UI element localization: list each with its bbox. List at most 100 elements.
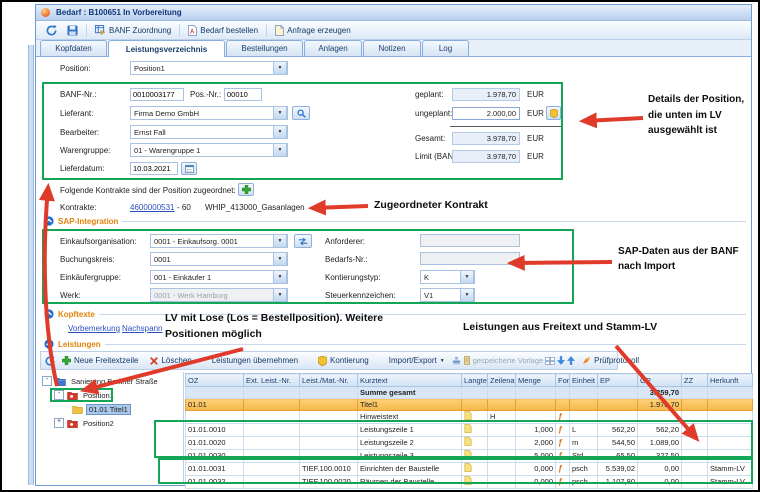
table-row-leistungszeile3[interactable]: 01.01.0030 Leistungszeile 3 5,000 ƒ Std … — [186, 450, 753, 463]
einkaufsorganisation-select[interactable]: 0001 - Einkaufsorg. 0001 ▼ — [150, 234, 288, 248]
bedarf-bestellen-button[interactable]: A Bedarf bestellen — [183, 23, 263, 38]
formel-icon[interactable]: ƒ — [558, 425, 562, 434]
banf-nr-input[interactable] — [130, 88, 184, 101]
calendar-button[interactable] — [181, 162, 197, 175]
chevron-down-icon[interactable]: ▼ — [460, 288, 474, 302]
langtext-note-icon[interactable] — [464, 476, 472, 485]
langtext-note-icon[interactable] — [464, 424, 472, 433]
bearbeiter-select[interactable]: Ernst Fall ▼ — [130, 125, 288, 139]
banf-zuordnung-button[interactable]: BANF Zuordnung — [90, 23, 176, 37]
langtext-note-icon[interactable] — [464, 463, 472, 472]
tree-collapse-icon[interactable]: - — [54, 390, 64, 400]
col-herkunft[interactable]: Herkunft — [708, 374, 753, 387]
col-ext-leist-nr[interactable]: Ext. Leist.-Nr. — [244, 374, 300, 387]
refresh-icon[interactable] — [45, 356, 55, 366]
attachment-icon[interactable] — [463, 356, 471, 365]
save-button[interactable] — [62, 23, 83, 38]
neue-freitextzeile-button[interactable]: Neue Freitextzeile — [57, 354, 143, 367]
tab-notizen[interactable]: Notizen — [363, 40, 421, 56]
chevron-down-icon[interactable]: ▼ — [273, 270, 287, 284]
formel-icon[interactable]: ƒ — [558, 477, 562, 486]
col-formel[interactable]: Formel — [556, 374, 570, 387]
table-row-leistungszeile2[interactable]: 01.01.0020 Leistungszeile 2 2,000 ƒ m 54… — [186, 437, 753, 450]
formel-icon[interactable]: ƒ — [558, 451, 562, 460]
table-row-hinweistext[interactable]: Hinweistext H ƒ — [186, 411, 753, 424]
leistungen-uebernehmen-button[interactable]: Leistungen übernehmen — [207, 354, 303, 367]
cell-ep: 544,50 — [598, 437, 638, 450]
col-oz[interactable]: OZ — [186, 374, 244, 387]
warengruppe-select[interactable]: 01 - Warengruppe 1 ▼ — [130, 143, 288, 157]
tree-titel1-node[interactable]: 01.01 Titel1 — [72, 404, 131, 415]
blue-folder-icon — [55, 377, 66, 386]
table-row-summe[interactable]: Summe gesamt 3.259,70 — [186, 387, 753, 399]
einkaeufergruppe-select[interactable]: 001 - Einkäufer 1 ▼ — [150, 270, 288, 284]
langtext-note-icon[interactable] — [464, 411, 472, 420]
refresh-button[interactable] — [41, 23, 62, 38]
anfrage-erzeugen-button[interactable]: Anfrage erzeugen — [270, 23, 356, 38]
tree-root-node[interactable]: - Sanierung Berliner Straße — [42, 376, 182, 386]
tab-kopfdaten[interactable]: Kopfdaten — [40, 40, 107, 56]
chevron-down-icon[interactable]: ▼ — [460, 270, 474, 284]
chevron-down-icon[interactable]: ▼ — [273, 106, 287, 120]
position-select[interactable]: Position1 ▼ — [130, 61, 288, 75]
cell-gp: 0,00 — [638, 463, 682, 476]
tab-bestellungen[interactable]: Bestellungen — [226, 40, 303, 56]
col-langtext[interactable]: Langtext — [462, 374, 488, 387]
collapse-circle-icon[interactable] — [44, 339, 54, 349]
langtext-note-icon[interactable] — [464, 450, 472, 459]
pos-nr-input[interactable] — [224, 88, 262, 101]
add-kontrakt-button[interactable] — [238, 183, 254, 196]
ungeplant-kontierung-button[interactable] — [546, 106, 561, 120]
table-row-einrichten[interactable]: 01.01.0031 TIEF.100.0010 Einrichten der … — [186, 463, 753, 476]
table-row-titel1[interactable]: 01.01 Titel1 1.978,70 — [186, 399, 753, 411]
col-kurztext[interactable]: Kurztext — [358, 374, 462, 387]
table-row-leistungszeile1[interactable]: 01.01.0010 Leistungszeile 1 1,000 ƒ L 56… — [186, 424, 753, 437]
ungeplant-value[interactable]: 2.000,00 — [452, 107, 520, 120]
import-export-button[interactable]: Import/Export ▼ — [384, 354, 450, 367]
chevron-down-icon[interactable]: ▼ — [273, 143, 287, 157]
lieferdatum-input[interactable] — [130, 162, 178, 175]
langtext-note-icon[interactable] — [464, 437, 472, 446]
col-menge[interactable]: Menge — [516, 374, 556, 387]
renumber-icon[interactable] — [545, 357, 555, 365]
col-leist-mat-nr[interactable]: Leist./Mat.-Nr. — [300, 374, 358, 387]
kontrakt-number-link[interactable]: 4600000531 — [130, 203, 175, 212]
loeschen-button[interactable]: Löschen — [145, 354, 196, 367]
col-zz[interactable]: ZZ — [682, 374, 708, 387]
col-zeilenart[interactable]: Zeilenart — [488, 374, 516, 387]
formel-icon[interactable]: ƒ — [558, 412, 562, 421]
col-einheit[interactable]: Einheit — [570, 374, 598, 387]
chevron-down-icon[interactable]: ▼ — [273, 252, 287, 266]
tab-anlagen[interactable]: Anlagen — [304, 40, 362, 56]
formel-icon[interactable]: ƒ — [558, 464, 562, 473]
vorbemerkung-link[interactable]: Vorbemerkung — [68, 324, 120, 333]
pruefprotokoll-button[interactable]: Prüfprotokoll — [577, 354, 644, 367]
collapse-circle-icon[interactable] — [44, 309, 54, 319]
lieferant-search-button[interactable] — [292, 106, 310, 120]
chevron-down-icon[interactable]: ▼ — [273, 125, 287, 139]
move-down-icon[interactable] — [557, 356, 565, 365]
tree-collapse-icon[interactable]: - — [42, 376, 52, 386]
col-ep[interactable]: EP — [598, 374, 638, 387]
col-gp[interactable]: GP — [638, 374, 682, 387]
move-up-icon[interactable] — [567, 356, 575, 365]
chevron-down-icon[interactable]: ▼ — [273, 234, 287, 248]
kontierungstyp-select[interactable]: K ▼ — [420, 270, 475, 284]
stamp-icon[interactable] — [452, 356, 461, 365]
collapse-circle-icon[interactable] — [44, 216, 54, 226]
kontierung-button[interactable]: Kontierung — [313, 354, 374, 368]
tab-log[interactable]: Log — [422, 40, 469, 56]
geplant-currency: EUR — [527, 90, 544, 99]
formel-icon[interactable]: ƒ — [558, 438, 562, 447]
table-row-raeumen[interactable]: 01.01.0032 TIEF.100.0020 Räumen der Baus… — [186, 476, 753, 489]
tree-position1-node[interactable]: - Position1 — [54, 390, 116, 400]
tab-leistungsverzeichnis[interactable]: Leistungsverzeichnis — [108, 40, 225, 57]
tree-expand-icon[interactable]: + — [54, 418, 64, 428]
lieferant-select[interactable]: Firma Demo GmbH ▼ — [130, 106, 288, 120]
chevron-down-icon[interactable]: ▼ — [273, 61, 287, 75]
sap-sync-button[interactable] — [294, 234, 312, 248]
tree-position2-node[interactable]: + Position2 — [54, 418, 116, 428]
buchungskreis-select[interactable]: 0001 ▼ — [150, 252, 288, 266]
nachspann-link[interactable]: Nachspann — [122, 324, 162, 333]
steuerkennzeichen-select[interactable]: V1 ▼ — [420, 288, 475, 302]
